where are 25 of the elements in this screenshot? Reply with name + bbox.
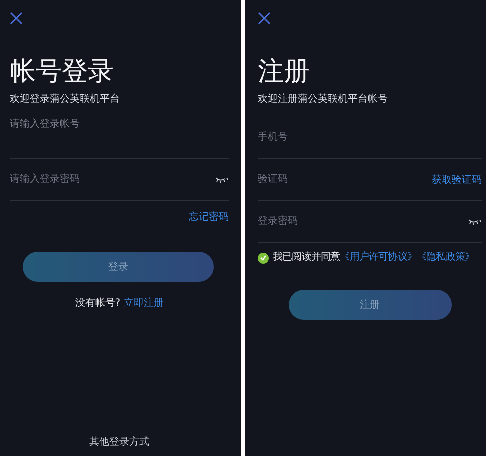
forgot-password-link[interactable]: 忘记密码	[189, 211, 229, 225]
eye-closed-icon[interactable]	[468, 218, 482, 224]
page-title: 注册	[258, 57, 311, 87]
agreement-link[interactable]: 《用户许可协议》	[340, 252, 418, 263]
agree-checkbox[interactable]	[258, 252, 269, 264]
check-icon	[260, 255, 267, 261]
code-field[interactable]: 验证码	[258, 159, 432, 200]
get-code-link[interactable]: 获取验证码	[432, 172, 482, 186]
signup-link[interactable]: 立即注册	[124, 298, 164, 309]
subtitle: 欢迎注册蒲公英联机平台帐号	[258, 93, 389, 107]
agreement-link[interactable]: 《隐私政策》	[417, 252, 475, 263]
close-button[interactable]	[10, 12, 23, 25]
close-button[interactable]	[258, 12, 271, 25]
phone-field[interactable]: 手机号	[258, 117, 482, 158]
password-field[interactable]: 请输入登录密码	[10, 159, 215, 200]
eye-closed-icon[interactable]	[215, 176, 229, 182]
agreement-text: 我已阅读并同意《用户许可协议》《隐私政策》	[273, 251, 475, 265]
field-label: 请输入登录帐号	[10, 119, 81, 131]
password-field[interactable]: 登录密码	[258, 201, 468, 242]
signup-prompt: 没有帐号? 立即注册	[74, 297, 165, 311]
register-button[interactable]: 注册	[288, 290, 452, 320]
other-login-label: 其他登录方式	[88, 436, 150, 450]
page-title: 帐号登录	[10, 57, 115, 87]
login-button[interactable]: 登录	[23, 252, 214, 282]
subtitle: 欢迎登录蒲公英联机平台	[10, 93, 121, 107]
